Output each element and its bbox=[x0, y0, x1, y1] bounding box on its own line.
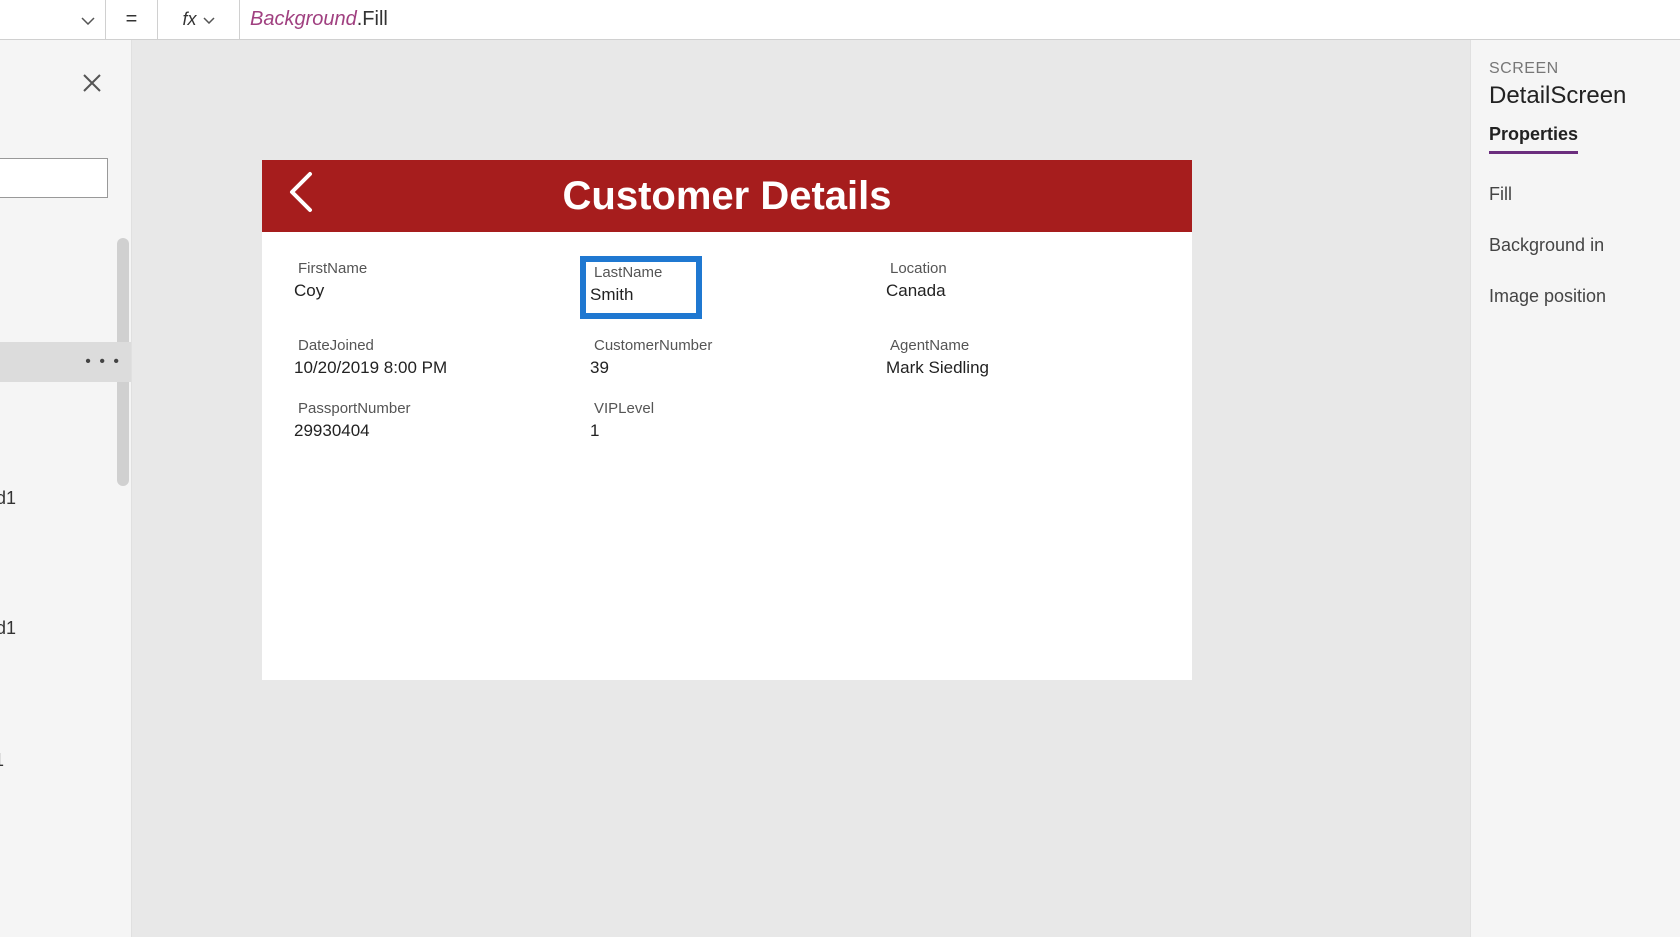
field-value: Smith bbox=[590, 285, 662, 305]
back-arrow-icon[interactable] bbox=[282, 168, 320, 225]
field-value: Coy bbox=[294, 281, 590, 301]
tree-item[interactable]: rd1 bbox=[0, 488, 16, 509]
fx-label: fx bbox=[182, 9, 196, 30]
field-passportnumber[interactable]: PassportNumber 29930404 bbox=[294, 396, 590, 451]
field-firstname[interactable]: FirstName Coy bbox=[294, 256, 590, 325]
field-customernumber[interactable]: CustomerNumber 39 bbox=[590, 333, 886, 388]
field-label: AgentName bbox=[886, 337, 1182, 354]
field-label: Location bbox=[886, 260, 1182, 277]
field-value: Mark Siedling bbox=[886, 358, 1182, 378]
field-value: 10/20/2019 8:00 PM bbox=[294, 358, 590, 378]
field-lastname[interactable]: LastName Smith bbox=[590, 256, 886, 325]
screen-header: Customer Details bbox=[262, 160, 1192, 232]
fx-button[interactable]: fx bbox=[158, 0, 240, 40]
field-location[interactable]: Location Canada bbox=[886, 256, 1182, 325]
field-value: 39 bbox=[590, 358, 886, 378]
field-viplevel[interactable]: VIPLevel 1 bbox=[590, 396, 886, 451]
field-datejoined[interactable]: DateJoined 10/20/2019 8:00 PM bbox=[294, 333, 590, 388]
field-value: Canada bbox=[886, 281, 1182, 301]
formula-input[interactable]: Background.Fill bbox=[240, 0, 1680, 40]
canvas-area[interactable]: Customer Details FirstName Coy LastName … bbox=[132, 40, 1470, 937]
tree-item[interactable]: rd1 bbox=[0, 618, 16, 639]
chevron-down-icon bbox=[81, 12, 95, 28]
properties-panel: SCREEN DetailScreen Properties Fill Back… bbox=[1470, 40, 1680, 937]
field-value: 1 bbox=[590, 421, 886, 441]
field-label: CustomerNumber bbox=[590, 337, 886, 354]
tree-search-input[interactable] bbox=[0, 158, 108, 198]
formula-property: .Fill bbox=[357, 8, 388, 31]
tree-selected-item[interactable]: • • • bbox=[0, 342, 131, 382]
selected-datacard[interactable]: LastName Smith bbox=[584, 260, 698, 315]
tree-item[interactable]: l1 bbox=[0, 750, 4, 771]
formula-bar: = fx Background.Fill bbox=[0, 0, 1680, 40]
equals-label: = bbox=[106, 0, 158, 40]
details-form: FirstName Coy LastName Smith Location Ca… bbox=[262, 232, 1192, 475]
ellipsis-icon[interactable]: • • • bbox=[85, 353, 121, 371]
formula-reference: Background bbox=[250, 8, 357, 31]
app-screen[interactable]: Customer Details FirstName Coy LastName … bbox=[262, 160, 1192, 680]
property-background-image[interactable]: Background in bbox=[1489, 235, 1662, 256]
page-title: Customer Details bbox=[262, 174, 1192, 219]
content-area: • • • rd1 1 rd1 2 l1 3 Customer Details … bbox=[0, 40, 1680, 937]
field-label: FirstName bbox=[294, 260, 590, 277]
field-agentname[interactable]: AgentName Mark Siedling bbox=[886, 333, 1182, 388]
field-label: PassportNumber bbox=[294, 400, 590, 417]
property-fill[interactable]: Fill bbox=[1489, 184, 1662, 205]
panel-category: SCREEN bbox=[1489, 60, 1662, 78]
tab-properties[interactable]: Properties bbox=[1489, 124, 1578, 154]
field-label: VIPLevel bbox=[590, 400, 886, 417]
property-dropdown[interactable] bbox=[0, 0, 106, 40]
close-icon[interactable] bbox=[81, 70, 103, 101]
field-value: 29930404 bbox=[294, 421, 590, 441]
field-label: DateJoined bbox=[294, 337, 590, 354]
chevron-down-icon bbox=[203, 13, 215, 27]
panel-title: DetailScreen bbox=[1489, 82, 1662, 110]
property-image-position[interactable]: Image position bbox=[1489, 286, 1662, 307]
tree-panel: • • • rd1 1 rd1 2 l1 3 bbox=[0, 40, 132, 937]
field-label: LastName bbox=[590, 264, 662, 281]
